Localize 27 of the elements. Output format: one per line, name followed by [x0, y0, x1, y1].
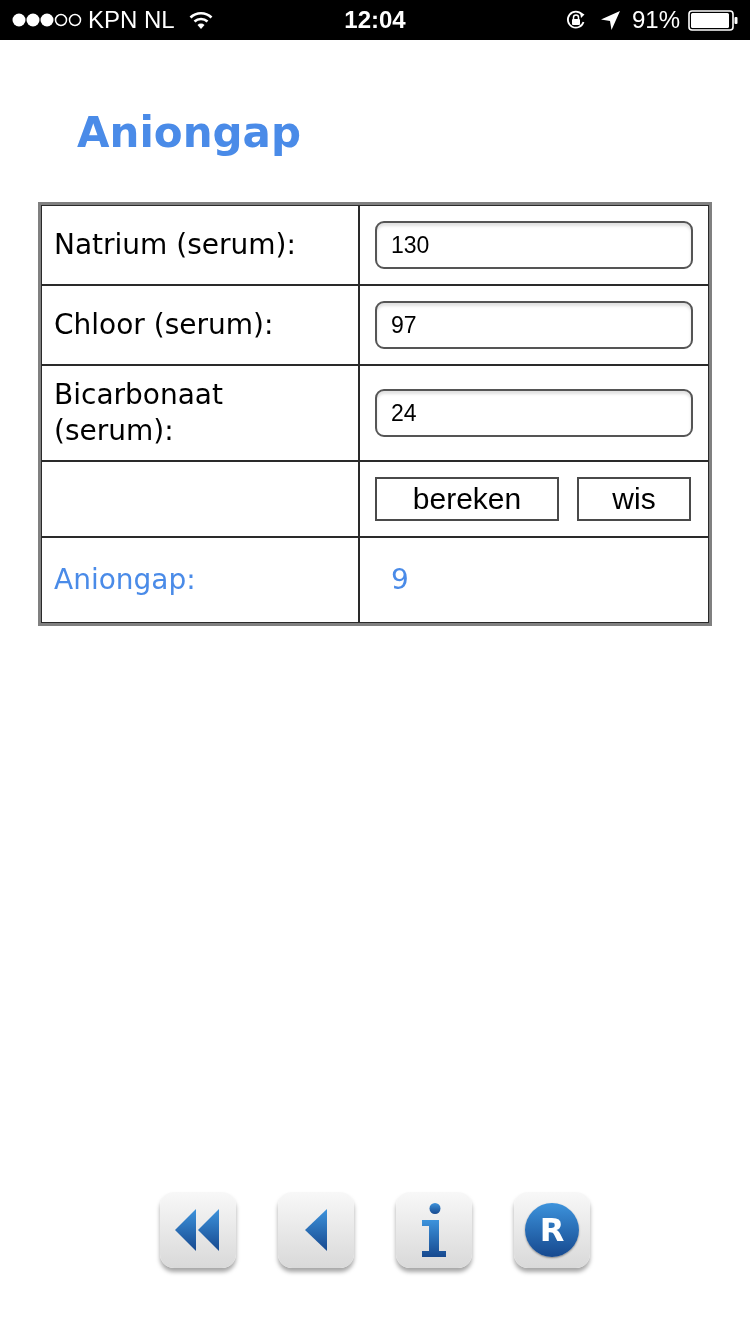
input-field[interactable]: 130 [375, 221, 693, 269]
result-label: Aniongap: [54, 562, 196, 598]
letter-badge: R [525, 1203, 579, 1257]
battery-percentage: 91% [631, 8, 680, 32]
field-label: Bicarbonaat (serum): [54, 377, 224, 449]
input-field[interactable]: 24 [375, 389, 693, 437]
rewind-icon [175, 1209, 221, 1251]
page-title: Aniongap [77, 108, 302, 158]
letter-button[interactable]: R [514, 1192, 590, 1268]
info-icon [422, 1203, 446, 1257]
battery-icon [688, 9, 738, 31]
wifi-icon [188, 11, 213, 29]
field-label: Chloor (serum): [54, 307, 274, 343]
clock-time: 12:04 [344, 8, 406, 32]
rewind-button[interactable] [160, 1192, 236, 1268]
input-field[interactable]: 97 [375, 301, 693, 349]
calculate-button[interactable]: bereken [375, 477, 559, 521]
signal-strength-icon [12, 13, 82, 27]
back-button[interactable] [278, 1192, 354, 1268]
carrier-name: KPN NL [88, 8, 175, 32]
info-button[interactable] [396, 1192, 472, 1268]
rotation-lock-icon [564, 9, 587, 31]
back-triangle-icon [305, 1209, 327, 1251]
result-value: 9 [391, 562, 409, 598]
clear-button[interactable]: wis [577, 477, 691, 521]
location-arrow-icon [600, 10, 620, 30]
field-label: Natrium (serum): [54, 227, 296, 263]
